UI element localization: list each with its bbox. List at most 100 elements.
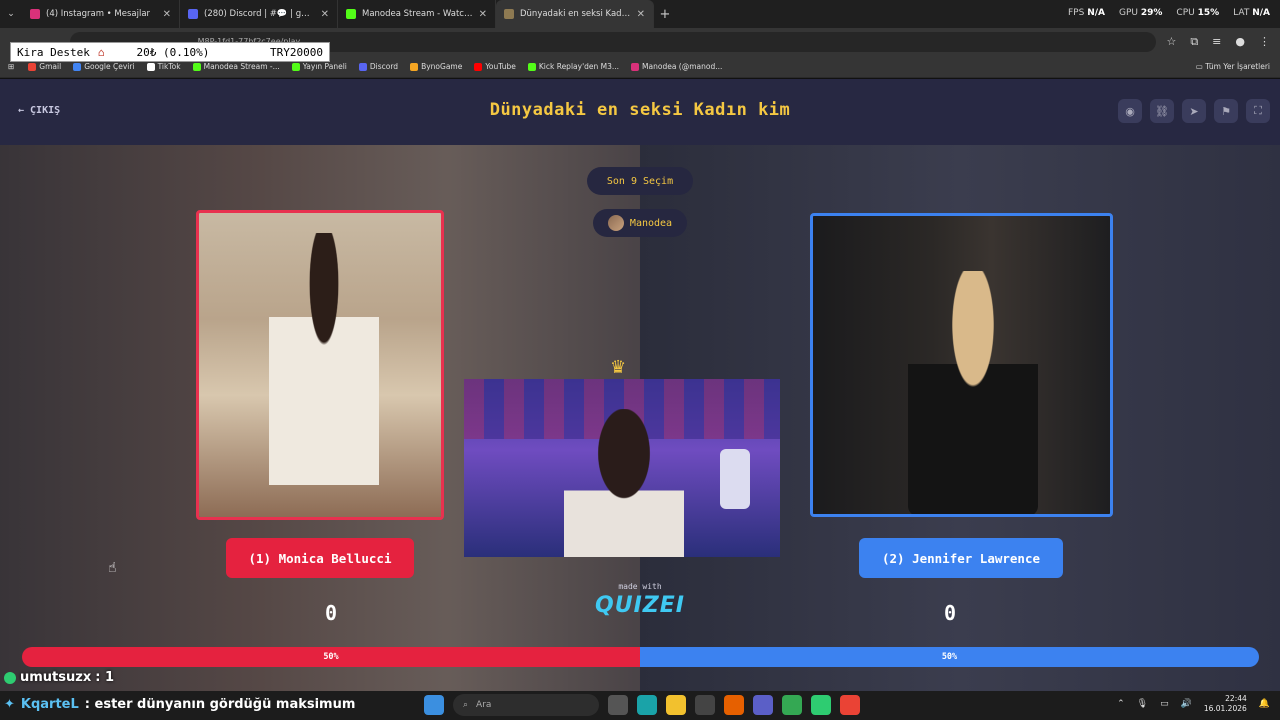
- edge-icon[interactable]: [637, 695, 657, 715]
- microphone-icon[interactable]: 🎙: [1137, 699, 1148, 709]
- bookmark-label: TikTok: [157, 62, 181, 71]
- chat-message: umutsuzx : 1: [4, 670, 114, 685]
- fullscreen-icon[interactable]: ⛶: [1246, 99, 1270, 123]
- close-tab-icon[interactable]: ✕: [479, 9, 487, 20]
- donation-amount: 20₺ (0.10%): [136, 45, 210, 59]
- cpu-label: CPU: [1176, 8, 1195, 18]
- kick-icon: [291, 62, 300, 71]
- instagram-icon: [30, 9, 40, 19]
- photo-figure: [908, 271, 1038, 514]
- webcam-lamp: [720, 449, 750, 509]
- media-control-icon[interactable]: ≡: [1212, 35, 1221, 49]
- bookmark-item[interactable]: TikTok: [146, 62, 181, 71]
- all-bookmarks[interactable]: ▭ Tüm Yer İşaretleri: [1196, 62, 1270, 71]
- quiz-title: Dünyadaki en seksi Kadın kim: [489, 100, 791, 120]
- option-card-left[interactable]: [196, 210, 444, 520]
- network-icon[interactable]: ▭: [1160, 699, 1169, 709]
- file-explorer-icon[interactable]: [666, 695, 686, 715]
- bookmark-label: Yayın Paneli: [302, 62, 347, 71]
- vote-button-left[interactable]: (1) Monica Bellucci: [226, 538, 414, 578]
- discord-icon: [188, 9, 198, 19]
- taskbar-search[interactable]: ⌕ Ara: [453, 694, 599, 716]
- close-tab-icon[interactable]: ✕: [163, 9, 171, 20]
- bookmark-label: Discord: [369, 62, 399, 71]
- bookmark-star-icon[interactable]: ☆: [1166, 35, 1176, 49]
- bookmark-item[interactable]: BynoGame: [410, 62, 462, 71]
- search-placeholder: Ara: [476, 700, 492, 710]
- header-actions: ◉ ⛓ ➤ ⚑ ⛶: [1118, 99, 1270, 123]
- clock[interactable]: 22:44 16.01.2026: [1204, 694, 1247, 714]
- bookmark-item[interactable]: Gmail: [28, 62, 61, 71]
- tab-instagram[interactable]: (4) Instagram • Mesajlar ✕: [22, 0, 180, 28]
- new-tab-plus-icon[interactable]: +: [654, 7, 676, 22]
- vote-button-right[interactable]: (2) Jennifer Lawrence: [859, 538, 1063, 578]
- chat-badge-icon: [4, 671, 16, 684]
- bookmark-label: Manodea Stream -...: [203, 62, 280, 71]
- chevron-up-icon[interactable]: ⌃: [1117, 699, 1125, 709]
- instagram-icon: [631, 62, 640, 71]
- bookmark-item[interactable]: Yayın Paneli: [291, 62, 347, 71]
- kick-icon: [192, 62, 201, 71]
- store-icon[interactable]: [695, 695, 715, 715]
- close-tab-icon[interactable]: ✕: [637, 9, 645, 20]
- option-card-right[interactable]: [810, 213, 1113, 517]
- all-bookmarks-label: Tüm Yer İşaretleri: [1205, 62, 1270, 71]
- link-icon[interactable]: ⛓: [1150, 99, 1174, 123]
- avatar: [607, 215, 624, 231]
- app-icon[interactable]: [811, 695, 831, 715]
- task-view-icon[interactable]: [608, 695, 628, 715]
- chat-message: ✦ KqarteL : ester dünyanın gördüğü maksi…: [4, 697, 355, 712]
- folder-icon: ▭: [1195, 62, 1206, 71]
- apps-grid-icon[interactable]: ⊞: [8, 62, 14, 71]
- teams-icon[interactable]: [753, 695, 773, 715]
- youtube-icon: [474, 62, 483, 71]
- chrome-icon[interactable]: [782, 695, 802, 715]
- tab-search-chevron-icon[interactable]: ⌄: [0, 9, 22, 19]
- volume-icon[interactable]: 🔊: [1181, 699, 1192, 709]
- lat-value: N/A: [1252, 8, 1270, 18]
- clock-date: 16.01.2026: [1203, 704, 1247, 713]
- webcam-person: [564, 409, 684, 557]
- vote-bar-left: 50%: [22, 647, 640, 667]
- notification-bell-icon[interactable]: 🔔: [1259, 699, 1270, 709]
- send-icon[interactable]: ➤: [1182, 99, 1206, 123]
- extensions-icon[interactable]: ⧉: [1190, 35, 1198, 49]
- chrome-active-icon[interactable]: [840, 695, 860, 715]
- tab-manodea-stream[interactable]: Manodea Stream - Watch Live ✕: [338, 0, 496, 28]
- fps-value: N/A: [1087, 8, 1105, 18]
- profile-icon[interactable]: ●: [1235, 35, 1245, 49]
- quizei-logo[interactable]: QUIZEI: [590, 593, 690, 618]
- system-tray: ⌃ 🎙 ▭ 🔊 22:44 16.01.2026 🔔: [1117, 694, 1270, 714]
- bookmark-label: Gmail: [39, 62, 62, 71]
- menu-kebab-icon[interactable]: ⋮: [1259, 35, 1270, 49]
- tab-quiz[interactable]: Dünyadaki en seksi Kadın kim ✕: [496, 0, 654, 28]
- firefox-icon[interactable]: [724, 695, 744, 715]
- house-icon: ⌂: [97, 45, 105, 59]
- bookmark-label: Kick Replay'den M3...: [538, 62, 620, 71]
- fps-label: FPS: [1067, 8, 1085, 18]
- flag-icon[interactable]: ⚑: [1214, 99, 1238, 123]
- score-left: 0: [324, 601, 338, 625]
- bookmark-item[interactable]: Discord: [358, 62, 399, 71]
- bookmark-item[interactable]: Kick Replay'den M3...: [527, 62, 620, 71]
- bookmark-item[interactable]: YouTube: [474, 62, 516, 71]
- chat-text: : ester dünyanın gördüğü maksimum: [84, 697, 356, 712]
- clock-time: 22:44: [1225, 694, 1247, 703]
- google-translate-icon: [73, 62, 82, 71]
- tab-discord[interactable]: (280) Discord | #💬 | genel-sohbet ✕: [180, 0, 338, 28]
- windows-start-icon[interactable]: [424, 695, 444, 715]
- tab-title: (280) Discord | #💬 | genel-sohbet: [204, 9, 315, 19]
- score-right: 0: [943, 601, 957, 625]
- lat-label: LAT: [1233, 8, 1250, 18]
- donation-goal-overlay: Kira Destek ⌂ 20₺ (0.10%) TRY20000: [10, 42, 330, 62]
- close-tab-icon[interactable]: ✕: [321, 9, 329, 20]
- tiktok-icon: [146, 62, 155, 71]
- bookmark-item[interactable]: Manodea Stream -...: [192, 62, 280, 71]
- made-with-label: made with: [618, 582, 662, 591]
- bookmark-item[interactable]: Manodea (@manod...: [631, 62, 722, 71]
- search-icon: ⌕: [463, 700, 469, 710]
- tab-title: Manodea Stream - Watch Live: [362, 9, 473, 19]
- eye-icon[interactable]: ◉: [1118, 99, 1142, 123]
- bookmark-item[interactable]: Google Çeviri: [73, 62, 135, 71]
- chat-badge-icon: ✦: [4, 697, 15, 712]
